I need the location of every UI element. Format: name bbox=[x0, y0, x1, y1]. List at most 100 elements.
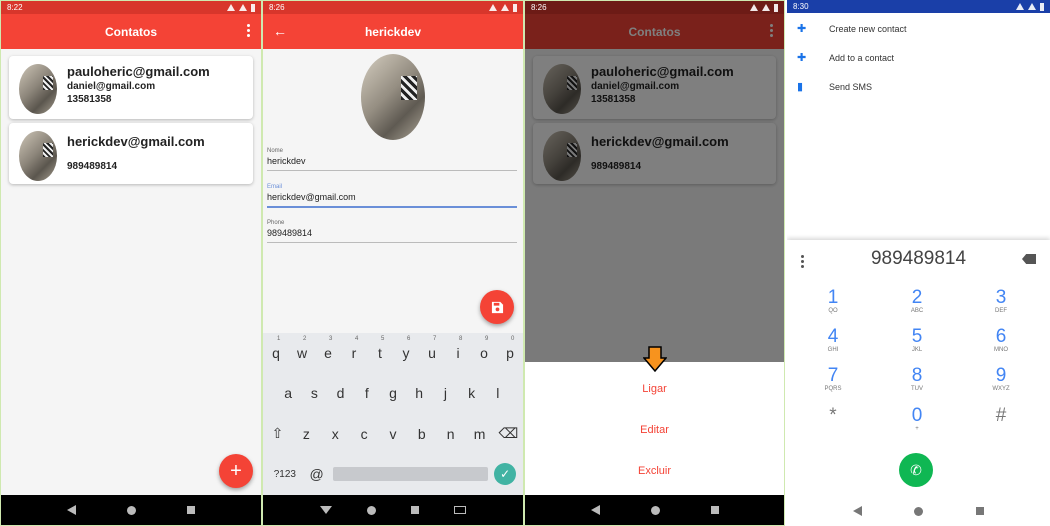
dial-key-5[interactable]: 5 JKL bbox=[897, 327, 937, 354]
key[interactable]: 8i bbox=[447, 336, 469, 361]
status-bar: 8:26 bbox=[263, 1, 523, 14]
page-title: Contatos bbox=[105, 24, 157, 39]
field-label: Nome bbox=[267, 148, 284, 154]
status-icons bbox=[1016, 2, 1044, 11]
at-key[interactable]: @ bbox=[306, 466, 328, 482]
dial-key-9[interactable]: 9 WXYZ bbox=[981, 366, 1021, 393]
keyboard-switch-icon[interactable] bbox=[453, 506, 466, 514]
nav-back-icon[interactable] bbox=[66, 505, 76, 515]
battery-icon bbox=[513, 3, 517, 12]
email-field[interactable]: Email herickdev@gmail.com bbox=[267, 184, 517, 208]
dial-key-4[interactable]: 4 GHI bbox=[813, 327, 853, 354]
key[interactable]: x bbox=[324, 426, 346, 442]
dial-key-0[interactable]: 0 + bbox=[897, 406, 937, 433]
dial-key-8[interactable]: 8 TUV bbox=[897, 366, 937, 393]
status-time: 8:30 bbox=[793, 2, 809, 11]
delete-action[interactable]: Excluir bbox=[525, 465, 784, 477]
key[interactable]: 4r bbox=[343, 336, 365, 361]
name-field[interactable]: Nome herickdev bbox=[267, 148, 517, 171]
key[interactable]: n bbox=[440, 426, 462, 442]
key[interactable]: 0p bbox=[499, 336, 521, 361]
dial-key-7[interactable]: 7 PQRS bbox=[813, 366, 853, 393]
key[interactable]: j bbox=[434, 385, 456, 401]
call-button[interactable]: ✆ bbox=[899, 453, 933, 487]
call-action[interactable]: Ligar bbox=[525, 383, 784, 395]
nav-home-icon[interactable] bbox=[367, 505, 377, 515]
person-add-icon: ✚ bbox=[797, 52, 807, 64]
dim-overlay[interactable] bbox=[525, 14, 784, 362]
key[interactable]: m bbox=[469, 426, 491, 442]
status-icons bbox=[489, 3, 517, 12]
key[interactable]: l bbox=[487, 385, 509, 401]
nav-back-icon[interactable] bbox=[590, 505, 600, 515]
menu-label: Create new contact bbox=[829, 24, 907, 34]
key[interactable]: f bbox=[356, 385, 378, 401]
wifi-icon bbox=[1016, 3, 1024, 10]
shift-key[interactable]: ⇧ bbox=[266, 425, 288, 442]
key[interactable]: 6y bbox=[395, 336, 417, 361]
nav-recents-icon[interactable] bbox=[187, 506, 196, 514]
space-bar[interactable] bbox=[333, 467, 489, 481]
dialed-number[interactable]: 989489814 bbox=[787, 248, 1050, 270]
contact-photo[interactable] bbox=[361, 54, 425, 140]
add-contact-button[interactable]: + bbox=[219, 454, 253, 488]
edit-action[interactable]: Editar bbox=[525, 424, 784, 436]
symbols-key[interactable]: ?123 bbox=[270, 469, 300, 480]
status-bar: 8:22 bbox=[1, 1, 261, 14]
status-time: 8:22 bbox=[7, 3, 23, 12]
key[interactable]: 9o bbox=[473, 336, 495, 361]
contact-name: herickdev@gmail.com bbox=[67, 134, 205, 149]
key[interactable]: b bbox=[411, 426, 433, 442]
dial-key-1[interactable]: 1 QO bbox=[813, 288, 853, 315]
done-check-icon[interactable]: ✓ bbox=[494, 463, 517, 485]
nav-home-icon[interactable] bbox=[126, 505, 136, 515]
system-nav-bar bbox=[525, 495, 784, 525]
nav-home-icon[interactable] bbox=[914, 506, 924, 516]
create-contact-option[interactable]: ✚ Create new contact bbox=[797, 24, 907, 35]
action-sheet: Ligar Editar Excluir bbox=[525, 362, 784, 497]
phone-icon: ✆ bbox=[910, 461, 922, 478]
key[interactable]: z bbox=[295, 426, 317, 442]
key[interactable]: 3e bbox=[317, 336, 339, 361]
save-icon bbox=[491, 301, 503, 313]
contact-phone: 13581358 bbox=[67, 94, 112, 105]
key[interactable]: 7u bbox=[421, 336, 443, 361]
key[interactable]: g bbox=[382, 385, 404, 401]
battery-icon bbox=[1040, 2, 1044, 11]
status-time: 8:26 bbox=[269, 3, 285, 12]
nav-back-icon[interactable] bbox=[853, 506, 863, 516]
dial-key-2[interactable]: 2 ABC bbox=[897, 288, 937, 315]
key[interactable]: 2w bbox=[291, 336, 313, 361]
dial-key-6[interactable]: 6 MNO bbox=[981, 327, 1021, 354]
key[interactable]: 5t bbox=[369, 336, 391, 361]
dial-key-star[interactable]: * bbox=[813, 406, 853, 426]
overflow-menu-icon[interactable] bbox=[247, 24, 251, 37]
signal-icon bbox=[1028, 3, 1036, 10]
add-to-contact-option[interactable]: ✚ Add to a contact bbox=[797, 52, 894, 64]
key[interactable]: h bbox=[408, 385, 430, 401]
contact-card[interactable]: herickdev@gmail.com 989489814 bbox=[9, 123, 253, 184]
battery-icon bbox=[251, 3, 255, 12]
key[interactable]: 1q bbox=[265, 336, 287, 361]
send-sms-option[interactable]: ▮ Send SMS bbox=[797, 82, 872, 93]
key[interactable]: d bbox=[330, 385, 352, 401]
backspace-key[interactable]: ⌫ bbox=[497, 425, 519, 442]
nav-recents-icon[interactable] bbox=[710, 506, 719, 514]
nav-hide-keyboard-icon[interactable] bbox=[320, 506, 333, 514]
nav-home-icon[interactable] bbox=[650, 505, 660, 515]
nav-recents-icon[interactable] bbox=[975, 507, 984, 515]
contact-card[interactable]: pauloheric@gmail.com daniel@gmail.com 13… bbox=[9, 56, 253, 119]
key[interactable]: a bbox=[277, 385, 299, 401]
key[interactable]: s bbox=[303, 385, 325, 401]
phone-field[interactable]: Phone 989489814 bbox=[267, 220, 517, 243]
back-arrow-icon[interactable]: ← bbox=[273, 24, 287, 38]
key[interactable]: c bbox=[353, 426, 375, 442]
field-value: 989489814 bbox=[267, 228, 313, 238]
dial-key-3[interactable]: 3 DEF bbox=[981, 288, 1021, 315]
key[interactable]: k bbox=[461, 385, 483, 401]
nav-recents-icon[interactable] bbox=[410, 506, 419, 514]
dial-key-hash[interactable]: # bbox=[981, 406, 1021, 426]
contact-avatar bbox=[19, 64, 57, 114]
key[interactable]: v bbox=[382, 426, 404, 442]
save-button[interactable] bbox=[480, 290, 514, 324]
